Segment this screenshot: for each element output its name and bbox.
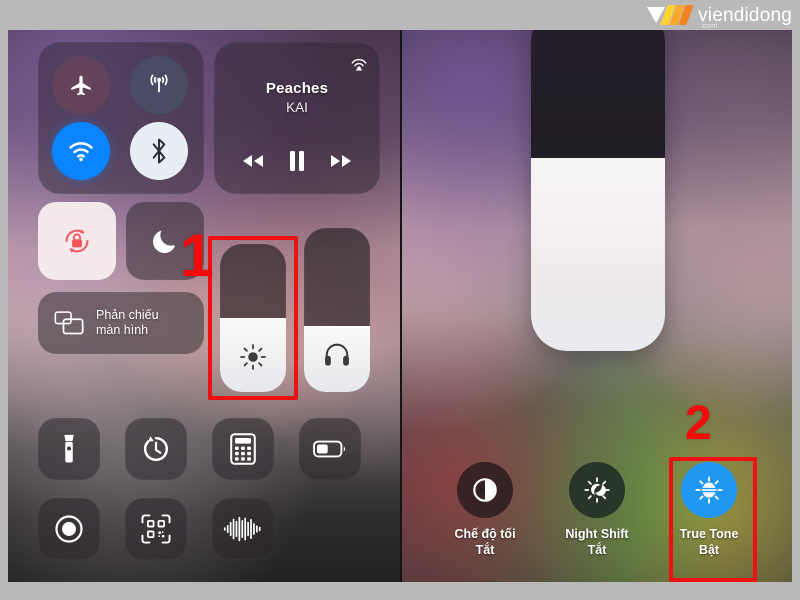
screen-mirroring-label: Phản chiếu màn hình [96,308,159,338]
triangle-stripes-logo-icon [647,4,694,26]
cellular-data-toggle[interactable] [130,56,188,114]
dark-mode-label: Chế độ tối [454,527,516,541]
annotation-box-1 [208,236,298,400]
track-title: Peaches [265,80,329,97]
now-playing-widget[interactable]: Peaches KAI [214,42,380,194]
rotation-lock-toggle[interactable] [38,202,116,280]
wifi-toggle[interactable] [52,122,110,180]
volume-slider[interactable] [304,228,370,392]
pause-button[interactable] [288,150,306,172]
night-shift-icon [584,477,610,503]
flashlight-button[interactable] [38,418,100,480]
annotation-number-1: 1 [180,222,214,289]
track-artist: KAI [286,100,308,115]
screen-record-button[interactable] [38,498,100,560]
dark-mode-toggle[interactable]: Chế độ tối Tắt [430,462,540,557]
control-center-screenshot: Peaches KAI Phản chiếu màn hình 1 [8,30,400,582]
page-header: viendidong .com [0,0,800,30]
brand-tld: .com [700,20,718,30]
night-shift-label: Night Shift [565,527,629,541]
headphones-icon [304,340,370,368]
qr-code-icon [141,514,171,544]
night-shift-circle [569,462,625,518]
rotation-lock-icon [65,229,89,253]
rewind-icon [242,155,263,167]
dark-mode-state: Tắt [475,543,495,557]
bluetooth-icon [152,138,166,164]
qr-scanner-button[interactable] [125,498,187,560]
timer-icon [143,436,168,461]
brand-wordmark: viendidong .com [698,6,792,30]
low-power-mode-button[interactable] [299,418,361,480]
airplane-mode-toggle[interactable] [52,56,110,114]
media-controls [214,150,380,172]
annotation-box-2 [669,457,757,582]
airplay-audio-icon[interactable] [348,50,370,77]
fast-forward-icon [331,155,352,167]
screen-mirroring-button[interactable]: Phản chiếu màn hình [38,292,204,354]
bottom-margin [0,582,800,600]
timer-button[interactable] [125,418,187,480]
night-shift-state: Tắt [587,543,607,557]
calculator-button[interactable] [212,418,274,480]
record-icon [55,515,83,543]
flashlight-icon [64,434,74,463]
connectivity-group [38,42,204,194]
annotation-number-2: 2 [685,397,712,450]
moon-icon [153,230,175,253]
pause-icon [289,151,304,171]
brand-logo: viendidong .com [647,2,792,30]
screenshot-stage: Peaches KAI Phản chiếu màn hình 1 Chế độ… [8,30,792,582]
dark-mode-circle [457,462,513,518]
brightness-expanded-slider[interactable] [531,30,665,351]
night-shift-toggle[interactable]: Night Shift Tắt [542,462,652,557]
cellular-icon [150,74,168,93]
battery-icon [313,440,346,458]
hearing-button[interactable] [212,498,274,560]
airplane-icon [71,75,91,96]
brightness-detail-screenshot: Chế độ tối Tắt Night Shift Tắt True Tone… [400,30,792,582]
wifi-icon [69,142,93,162]
forward-button[interactable] [327,152,355,170]
screen-mirroring-icon [54,311,84,335]
sound-wave-icon [223,516,261,542]
bluetooth-toggle[interactable] [130,122,188,180]
dark-mode-icon [473,478,497,502]
rewind-button[interactable] [239,152,267,170]
calculator-icon [230,433,256,465]
mirroring-label-line2: màn hình [96,323,149,337]
mirroring-label-line1: Phản chiếu [96,308,159,322]
